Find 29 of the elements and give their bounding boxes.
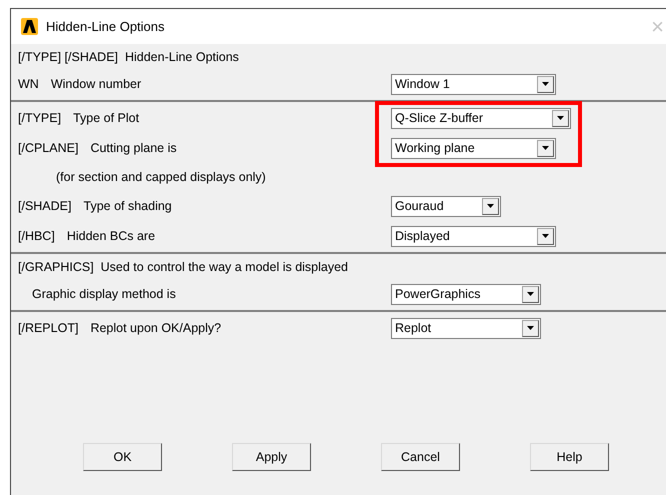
note-text: (for section and capped displays only) [56,168,266,186]
dropdown[interactable]: PowerGraphics [391,284,541,304]
dropdown[interactable]: Replot [391,318,541,338]
command-code: [/CPLANE] [18,140,78,157]
field-label: Hidden BCs are [66,228,156,245]
field-label: Type of Plot [73,110,140,127]
dropdown[interactable]: Window 1 [391,74,556,94]
dialog-button[interactable]: Cancel [381,443,460,471]
field-label: Replot upon OK/Apply? [90,320,222,337]
window-title: Hidden-Line Options [46,18,165,36]
section-heading: [/GRAPHICS] Used to control the way a model is displayed [18,258,348,276]
field-label: Cutting plane is [90,140,177,157]
dialog-button[interactable]: Help [530,443,609,471]
command-code: [/HBC] [18,228,55,245]
command-code: [/TYPE] [18,110,62,127]
field-label: Window number [50,76,142,93]
logo-icon [21,18,38,35]
command-code: [/REPLOT] [18,320,78,337]
field-label: Graphic display method is [32,286,176,303]
field-label: Type of shading [84,198,172,215]
command-code: WN [18,76,39,93]
dropdown[interactable]: Working plane [391,138,556,158]
dropdown[interactable]: Q-Slice Z-buffer [391,108,571,128]
dropdown[interactable]: Displayed [391,226,556,246]
dialog-button[interactable]: OK [83,443,162,471]
dialog-button[interactable]: Apply [232,443,311,471]
dropdown[interactable]: Gouraud [391,196,501,216]
command-code: [/SHADE] [18,198,72,215]
section-heading: [/TYPE] [/SHADE] Hidden-Line Options [18,48,239,66]
